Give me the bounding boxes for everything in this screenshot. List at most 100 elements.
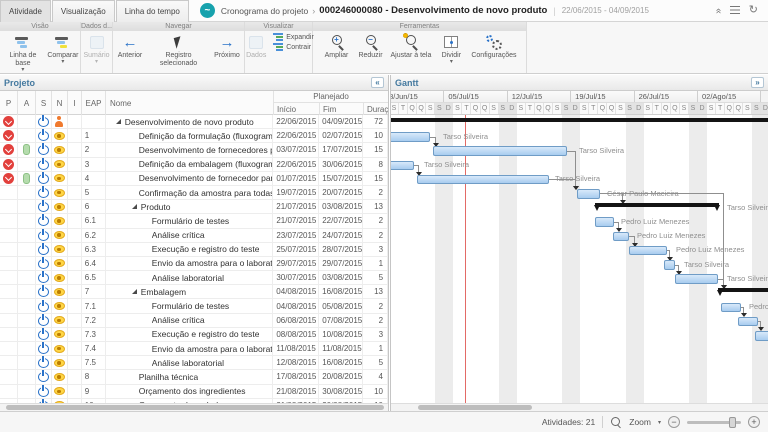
gantt-summary-bar[interactable] <box>718 288 768 292</box>
configuracoes-button[interactable]: Configurações <box>468 33 519 61</box>
table-row[interactable]: 9Orçamento dos ingredientes21/08/201530/… <box>0 385 388 399</box>
table-row[interactable]: 4Desenvolvimento de fornecedor para a em… <box>0 172 388 186</box>
table-row[interactable]: 5Confirmação da amostra para todas as av… <box>0 186 388 200</box>
table-row[interactable]: 6.1Formulário de testes21/07/201522/07/2… <box>0 214 388 228</box>
table-row[interactable]: 6.4Envio da amostra para o laboratório29… <box>0 257 388 271</box>
table-row[interactable]: 7.1Formulário de testes04/08/201505/08/2… <box>0 299 388 313</box>
gantt-day-cell: S <box>490 103 499 115</box>
table-row[interactable]: 6Produto21/07/201503/08/201513 <box>0 200 388 214</box>
table-row[interactable]: 7.3Execução e registro do teste08/08/201… <box>0 328 388 342</box>
project-hscrollbar[interactable] <box>0 403 388 411</box>
ampliar-button[interactable]: + Ampliar <box>320 33 354 61</box>
breadcrumb-app[interactable]: Cronograma do projeto <box>221 6 308 16</box>
col-nome[interactable]: Nome <box>106 91 274 115</box>
anterior-button[interactable]: ← Anterior <box>113 33 147 61</box>
col-i[interactable]: I <box>68 91 82 115</box>
gantt-task-bar[interactable] <box>391 161 414 171</box>
proximo-button[interactable]: → Próximo <box>210 33 244 61</box>
tab-visualizacao[interactable]: Visualização <box>52 0 115 22</box>
col-s[interactable]: S <box>36 91 52 115</box>
col-a[interactable]: A <box>18 91 36 115</box>
gantt-task-bar[interactable] <box>433 146 567 156</box>
priority-icon <box>3 173 14 184</box>
zoom-in-button[interactable]: + <box>748 416 760 428</box>
data-grid-icon <box>249 36 263 49</box>
gantt-task-bar[interactable] <box>721 303 741 313</box>
col-inicio[interactable]: Início <box>274 103 320 115</box>
comparar-button[interactable]: Comparar ▾ <box>46 33 80 66</box>
table-row[interactable]: 7.2Análise crítica06/08/201507/08/20152 <box>0 314 388 328</box>
expand-triangle-icon[interactable] <box>132 204 137 209</box>
linha-de-base-button[interactable]: Linha de base ▾ <box>0 33 46 74</box>
gantt-task-bar[interactable] <box>675 274 718 284</box>
zoom-caret-icon[interactable]: ▾ <box>658 419 661 426</box>
zoom-slider[interactable] <box>687 421 741 424</box>
tab-atividade[interactable]: Atividade <box>0 0 51 22</box>
table-row[interactable]: 7Embalagem04/08/201516/08/201513 <box>0 285 388 299</box>
col-fim[interactable]: Fim <box>320 103 364 115</box>
page-title: 000246000080 - Desenvolvimento de novo p… <box>319 5 547 16</box>
table-row[interactable]: 6.3Execução e registro do teste25/07/201… <box>0 243 388 257</box>
assignee-label: Pedro Luiz Menezes <box>749 302 768 312</box>
gantt-hscrollbar[interactable] <box>391 403 768 411</box>
table-row[interactable]: 7.4Envio da amostra para o laboratório11… <box>0 342 388 356</box>
dividir-button[interactable]: Dividir ▾ <box>434 33 468 66</box>
gantt-task-bar[interactable] <box>629 246 667 256</box>
gantt-summary-bar[interactable] <box>595 203 719 207</box>
registro-selecionado-button[interactable]: Registro selecionado <box>147 33 210 69</box>
scrollbar-thumb[interactable] <box>418 405 532 410</box>
gantt-task-bar[interactable] <box>613 232 629 242</box>
gantt-task-bar[interactable] <box>417 175 549 185</box>
app-logo-icon: ~ <box>200 3 215 18</box>
expand-triangle-icon[interactable] <box>132 289 137 294</box>
gantt-task-bar[interactable] <box>391 132 430 142</box>
ajustar-a-tela-button[interactable]: Ajustar à tela <box>388 33 435 61</box>
table-row[interactable]: Desenvolvimento de novo produto22/06/201… <box>0 115 388 129</box>
tab-linha-do-tempo[interactable]: Linha do tempo <box>116 0 189 22</box>
eye-icon <box>54 259 65 267</box>
expandir-button[interactable]: Expandir <box>273 33 314 41</box>
gantt-task-bar[interactable] <box>577 189 600 199</box>
dropdown-caret-icon: ▾ <box>61 60 64 65</box>
scrollbar-thumb[interactable] <box>6 405 384 410</box>
zoom-slider-thumb[interactable] <box>729 417 736 428</box>
gantt-summary-bar[interactable] <box>391 118 768 122</box>
table-row[interactable]: 7.5Análise laboratorial12/08/201516/08/2… <box>0 356 388 370</box>
expand-triangle-icon[interactable] <box>116 119 121 124</box>
status-power-icon <box>38 187 49 198</box>
gantt-task-bar[interactable] <box>738 317 758 327</box>
collapse-gantt-panel-button[interactable]: » <box>751 77 764 88</box>
table-row[interactable]: 3Definição da embalagem (fluxograma do p… <box>0 158 388 172</box>
zoom-label[interactable]: Zoom <box>629 417 651 427</box>
collapse-ribbon-icon[interactable]: « <box>713 8 723 14</box>
gantt-task-bar[interactable] <box>664 260 675 270</box>
gantt-day-cell: Q <box>662 103 671 115</box>
table-row[interactable]: 2Desenvolvimento de fornecedores para os… <box>0 143 388 157</box>
ribbon-group-visualizar: Visualizar Dados Expandir Contrair <box>245 22 313 73</box>
gantt-task-bar[interactable] <box>755 331 768 341</box>
dados-button[interactable]: Dados <box>243 33 269 61</box>
table-row[interactable]: 6.5Análise laboratorial30/07/201503/08/2… <box>0 271 388 285</box>
col-duracao[interactable]: Duração <box>364 103 389 115</box>
gantt-day-cell: Q <box>598 103 607 115</box>
col-n[interactable]: N <box>52 91 68 115</box>
col-p[interactable]: P <box>0 91 18 115</box>
table-row[interactable]: 8Planilha técnica17/08/201520/08/20154 <box>0 370 388 384</box>
gantt-task-bar[interactable] <box>595 217 614 227</box>
zoom-out-button[interactable]: − <box>668 416 680 428</box>
list-view-icon[interactable] <box>730 6 740 15</box>
col-eap[interactable]: EAP <box>82 91 106 115</box>
ribbon: Visão Linha de base ▾ Comparar ▾ Dados d… <box>0 22 768 74</box>
project-panel-header: Projeto « <box>0 75 388 91</box>
contrair-button[interactable]: Contrair <box>273 43 314 51</box>
sumario-button[interactable]: Sumário ▾ <box>81 33 112 66</box>
reduzir-button[interactable]: − Reduzir <box>354 33 388 61</box>
gantt-day-cell: Q <box>607 103 616 115</box>
table-row[interactable]: 6.2Análise crítica23/07/201524/07/20152 <box>0 229 388 243</box>
refresh-icon[interactable]: ↻ <box>749 5 758 16</box>
title-divider: | <box>553 6 555 16</box>
gantt-day-cell: S <box>435 103 444 115</box>
collapse-left-panel-button[interactable]: « <box>371 77 384 88</box>
table-row[interactable]: 1Definição da formulação (fluxograma do … <box>0 129 388 143</box>
task-name: Definição da formulação (fluxograma do p… <box>139 131 273 141</box>
